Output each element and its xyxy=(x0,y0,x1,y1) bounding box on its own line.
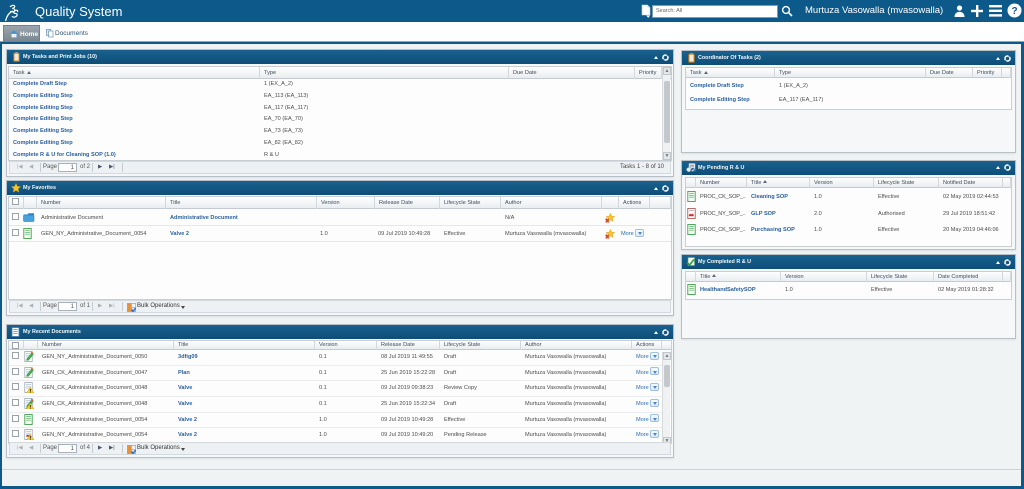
svg-text:?: ? xyxy=(1011,6,1017,17)
